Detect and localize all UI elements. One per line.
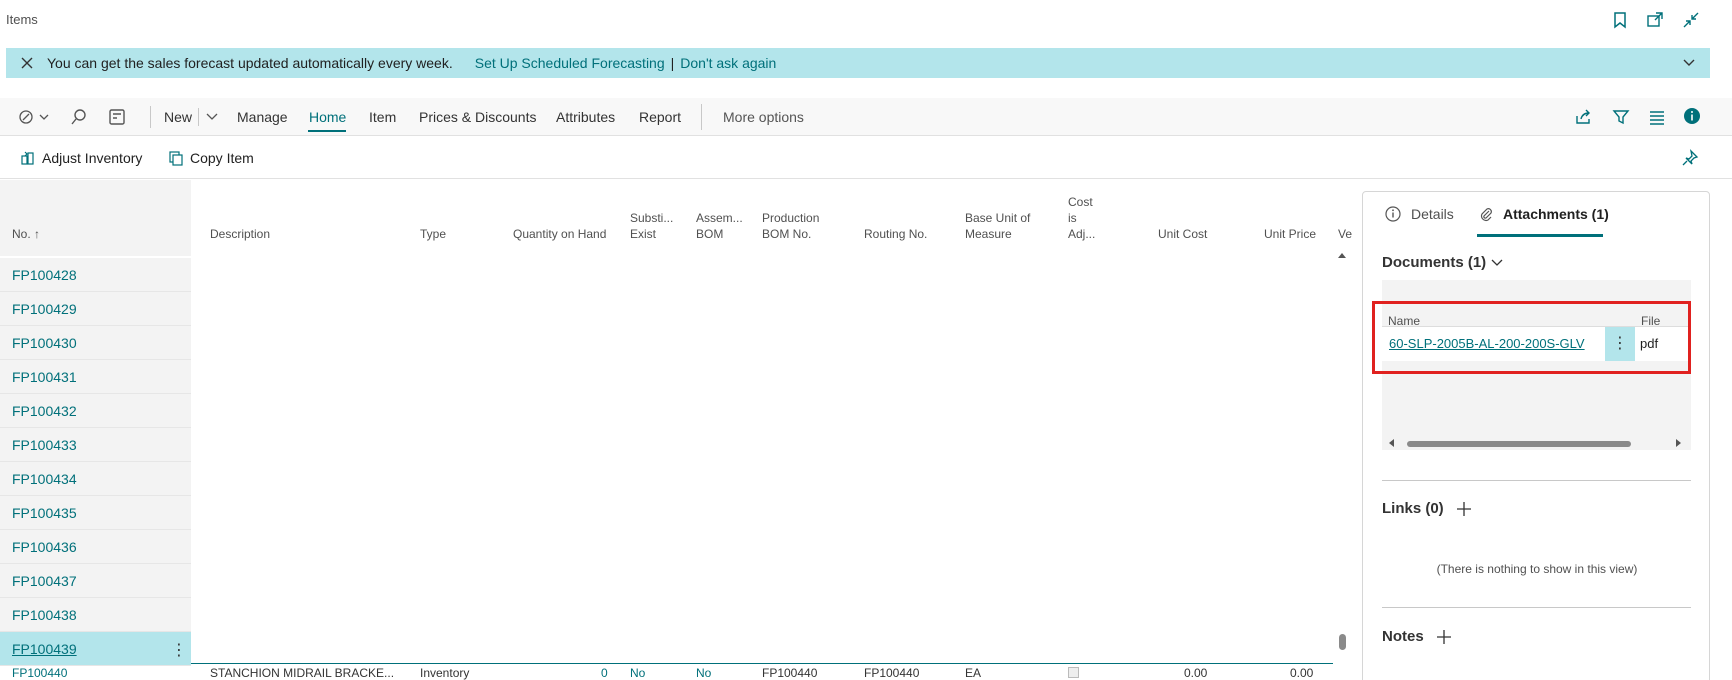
tab-item[interactable]: Item xyxy=(369,109,396,125)
documents-section-header[interactable]: Documents (1) xyxy=(1382,254,1504,271)
setup-forecasting-link[interactable]: Set Up Scheduled Forecasting xyxy=(475,55,665,71)
info-icon[interactable] xyxy=(1683,107,1701,125)
notification-banner: You can get the sales forecast updated a… xyxy=(6,48,1710,78)
column-header-substitutes[interactable]: Substi... Exist xyxy=(630,210,673,242)
column-header-quantity[interactable]: Quantity on Hand xyxy=(513,226,606,242)
tab-details[interactable]: Details xyxy=(1385,206,1454,222)
column-header-assembly-bom[interactable]: Assem... BOM xyxy=(696,210,743,242)
dont-ask-again-link[interactable]: Don't ask again xyxy=(680,55,776,71)
search-icon[interactable] xyxy=(70,108,88,126)
item-no-link[interactable]: FP100435 xyxy=(12,505,77,521)
table-row[interactable]: FP100430 xyxy=(0,326,191,360)
horizontal-scrollbar-thumb[interactable] xyxy=(1407,441,1631,447)
dynamics-menu-icon[interactable] xyxy=(18,108,52,126)
item-list: FP100428 FP100429 FP100430 FP100431 FP10… xyxy=(0,258,191,666)
factbox-pane: Details Attachments (1) Documents (1) Na… xyxy=(1362,191,1710,680)
adjust-inventory-button[interactable]: Adjust Inventory xyxy=(20,150,142,166)
item-no-link[interactable]: FP100428 xyxy=(12,267,77,283)
bookmark-icon[interactable] xyxy=(1610,10,1630,30)
copy-icon xyxy=(168,150,190,166)
add-note-icon[interactable] xyxy=(1436,629,1452,645)
pin-icon[interactable] xyxy=(1681,149,1699,167)
item-no-link[interactable]: FP100436 xyxy=(12,539,77,555)
table-row[interactable]: FP100435 xyxy=(0,496,191,530)
list-scrollbar-thumb[interactable] xyxy=(1339,634,1346,650)
collapse-icon[interactable] xyxy=(1681,10,1701,30)
chevron-down-icon[interactable] xyxy=(205,111,219,123)
horizontal-scrollbar[interactable] xyxy=(1388,438,1682,448)
list-header: No. ↑ Description Type Quantity on Hand … xyxy=(0,180,1352,256)
item-no-link[interactable]: FP100430 xyxy=(12,335,77,351)
item-no-link[interactable]: FP100433 xyxy=(12,437,77,453)
tab-report[interactable]: Report xyxy=(639,109,681,125)
copy-item-button[interactable]: Copy Item xyxy=(168,150,254,166)
action-bar: New Manage Home Item Prices & Discounts … xyxy=(0,98,1732,136)
table-row[interactable]: FP100432 xyxy=(0,394,191,428)
list-view-icon[interactable] xyxy=(1648,108,1666,126)
item-no-link[interactable]: FP100434 xyxy=(12,471,77,487)
column-header-type[interactable]: Type xyxy=(420,226,446,242)
chevron-down-icon[interactable] xyxy=(1682,57,1696,69)
column-header-vendor[interactable]: Ve xyxy=(1338,226,1352,242)
notification-separator: | xyxy=(670,55,675,71)
item-no-link[interactable]: FP100429 xyxy=(12,301,77,317)
edit-list-icon[interactable] xyxy=(108,108,126,126)
active-tab-indicator xyxy=(308,130,346,132)
filter-icon[interactable] xyxy=(1612,108,1630,126)
table-row[interactable]: FP100431 xyxy=(0,360,191,394)
column-header-no[interactable]: No. ↑ xyxy=(12,226,40,242)
new-button[interactable]: New xyxy=(164,109,192,125)
share-icon[interactable] xyxy=(1574,108,1592,126)
copy-item-label: Copy Item xyxy=(190,150,254,166)
notes-section-header: Notes xyxy=(1382,628,1452,645)
chevron-down-icon xyxy=(1490,257,1504,269)
item-no-link[interactable]: FP100439 xyxy=(12,641,77,657)
adjust-inventory-icon xyxy=(20,150,42,166)
table-row[interactable]: FP100434 xyxy=(0,462,191,496)
column-header-unit-price[interactable]: Unit Price xyxy=(1264,226,1316,242)
links-section-header: Links (0) xyxy=(1382,500,1472,517)
cost-adjusted-checkbox xyxy=(1068,667,1079,678)
tab-manage[interactable]: Manage xyxy=(237,109,288,125)
column-header-base-unit[interactable]: Base Unit of Measure xyxy=(965,210,1030,242)
column-header-cost-adjusted[interactable]: Cost is Adj... xyxy=(1068,194,1095,242)
list-scrollbar[interactable] xyxy=(1336,250,1348,660)
table-row[interactable]: FP100428 xyxy=(0,258,191,292)
adjust-inventory-label: Adjust Inventory xyxy=(42,150,143,166)
page-title: Items xyxy=(6,12,38,27)
more-options-button[interactable]: More options xyxy=(723,109,804,125)
column-header-routing[interactable]: Routing No. xyxy=(864,226,927,242)
close-icon[interactable] xyxy=(20,56,34,70)
tab-prices-discounts[interactable]: Prices & Discounts xyxy=(419,109,536,125)
column-header-unit-cost[interactable]: Unit Cost xyxy=(1158,226,1207,242)
tab-attributes[interactable]: Attributes xyxy=(556,109,615,125)
table-row[interactable]: FP100437 xyxy=(0,564,191,598)
table-row[interactable]: FP100438 xyxy=(0,598,191,632)
table-row-selected[interactable]: FP100439 ⋮ xyxy=(0,632,191,666)
highlight-box xyxy=(1372,301,1691,374)
promoted-actions-bar: Adjust Inventory Copy Item xyxy=(0,137,1732,179)
list-body xyxy=(191,256,1333,664)
paperclip-icon xyxy=(1479,206,1493,222)
item-no-link[interactable]: FP100437 xyxy=(12,573,77,589)
row-menu-icon[interactable]: ⋮ xyxy=(171,640,187,660)
column-header-production-bom[interactable]: Production BOM No. xyxy=(762,210,819,242)
table-row[interactable]: FP100429 xyxy=(0,292,191,326)
open-new-window-icon[interactable] xyxy=(1645,10,1665,30)
notification-message: You can get the sales forecast updated a… xyxy=(47,55,453,71)
table-row-partial[interactable]: FP100440 STANCHION MIDRAIL BRACKE... Inv… xyxy=(0,663,1340,680)
item-no-link[interactable]: FP100431 xyxy=(12,369,77,385)
info-outline-icon xyxy=(1385,206,1401,222)
table-row[interactable]: FP100436 xyxy=(0,530,191,564)
empty-state-message: (There is nothing to show in this view) xyxy=(1436,562,1638,576)
item-no-link[interactable]: FP100438 xyxy=(12,607,77,623)
tab-attachments[interactable]: Attachments (1) xyxy=(1479,206,1609,222)
tab-home[interactable]: Home xyxy=(309,109,346,125)
active-tab-indicator xyxy=(1477,234,1603,237)
item-no-link[interactable]: FP100432 xyxy=(12,403,77,419)
table-row[interactable]: FP100433 xyxy=(0,428,191,462)
column-header-description[interactable]: Description xyxy=(210,226,270,242)
add-link-icon[interactable] xyxy=(1456,501,1472,517)
